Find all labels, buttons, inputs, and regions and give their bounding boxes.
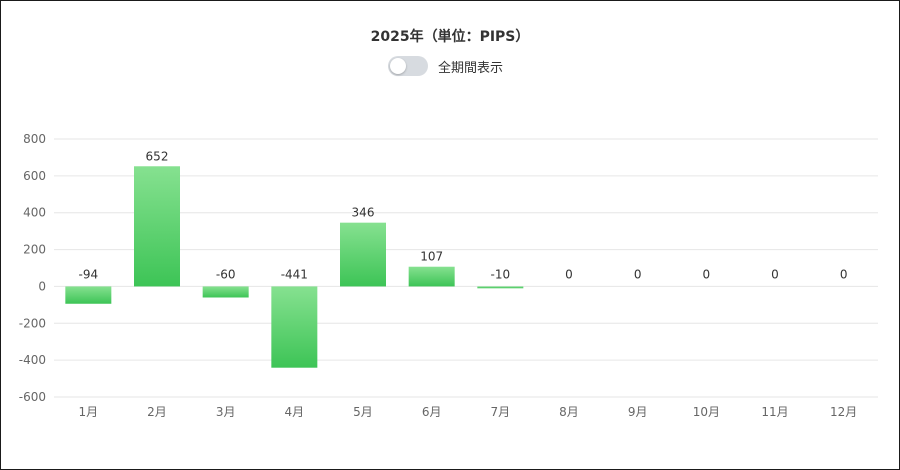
bar xyxy=(477,286,524,289)
data-label: -60 xyxy=(216,267,236,281)
data-label: 0 xyxy=(703,267,711,281)
x-tick-label: 11月 xyxy=(761,405,788,419)
data-label: 0 xyxy=(771,267,779,281)
bar xyxy=(340,222,386,287)
x-tick-label: 1月 xyxy=(79,405,99,419)
x-tick-label: 10月 xyxy=(693,405,720,419)
x-tick-label: 9月 xyxy=(628,405,648,419)
y-tick-label: -200 xyxy=(19,316,46,330)
monthly-pips-bar-chart: 800 600 400 200 0 -200 -400 -600 -94 652 -60 -441 3… xyxy=(19,132,878,419)
data-label: 107 xyxy=(420,250,443,264)
x-tick-label: 3月 xyxy=(216,405,236,419)
y-tick-label: 200 xyxy=(23,243,46,257)
data-label: 346 xyxy=(352,206,375,220)
x-tick-label: 4月 xyxy=(285,405,305,419)
x-tick-label: 7月 xyxy=(491,405,511,419)
y-tick-label: 800 xyxy=(23,132,46,146)
data-label: -94 xyxy=(79,267,99,281)
bar xyxy=(134,166,180,287)
x-tick-label: 5月 xyxy=(353,405,373,419)
data-label: 652 xyxy=(146,149,169,163)
x-tick-label: 12月 xyxy=(830,405,857,419)
bar xyxy=(271,286,318,368)
bar xyxy=(65,286,112,304)
y-axis-ticks: 800 600 400 200 0 -200 -400 -600 xyxy=(19,132,46,404)
data-label: -10 xyxy=(491,267,511,281)
data-label: 0 xyxy=(840,267,848,281)
data-label: 0 xyxy=(565,267,573,281)
x-axis-ticks: 1月 2月 3月 4月 5月 6月 7月 8月 9月 10月 11月 12月 xyxy=(79,405,858,419)
bar xyxy=(408,266,455,287)
y-tick-label: 0 xyxy=(38,279,46,293)
y-tick-label: 400 xyxy=(23,206,46,220)
data-label: 0 xyxy=(634,267,642,281)
y-tick-label: -600 xyxy=(19,390,46,404)
y-tick-label: 600 xyxy=(23,169,46,183)
data-label: -441 xyxy=(281,267,308,281)
x-tick-label: 2月 xyxy=(147,405,167,419)
bar xyxy=(202,286,249,298)
x-tick-label: 8月 xyxy=(559,405,579,419)
y-tick-label: -400 xyxy=(19,353,46,367)
data-labels: -94 652 -60 -441 346 107 -10 0 0 0 0 0 xyxy=(79,149,848,281)
x-tick-label: 6月 xyxy=(422,405,442,419)
